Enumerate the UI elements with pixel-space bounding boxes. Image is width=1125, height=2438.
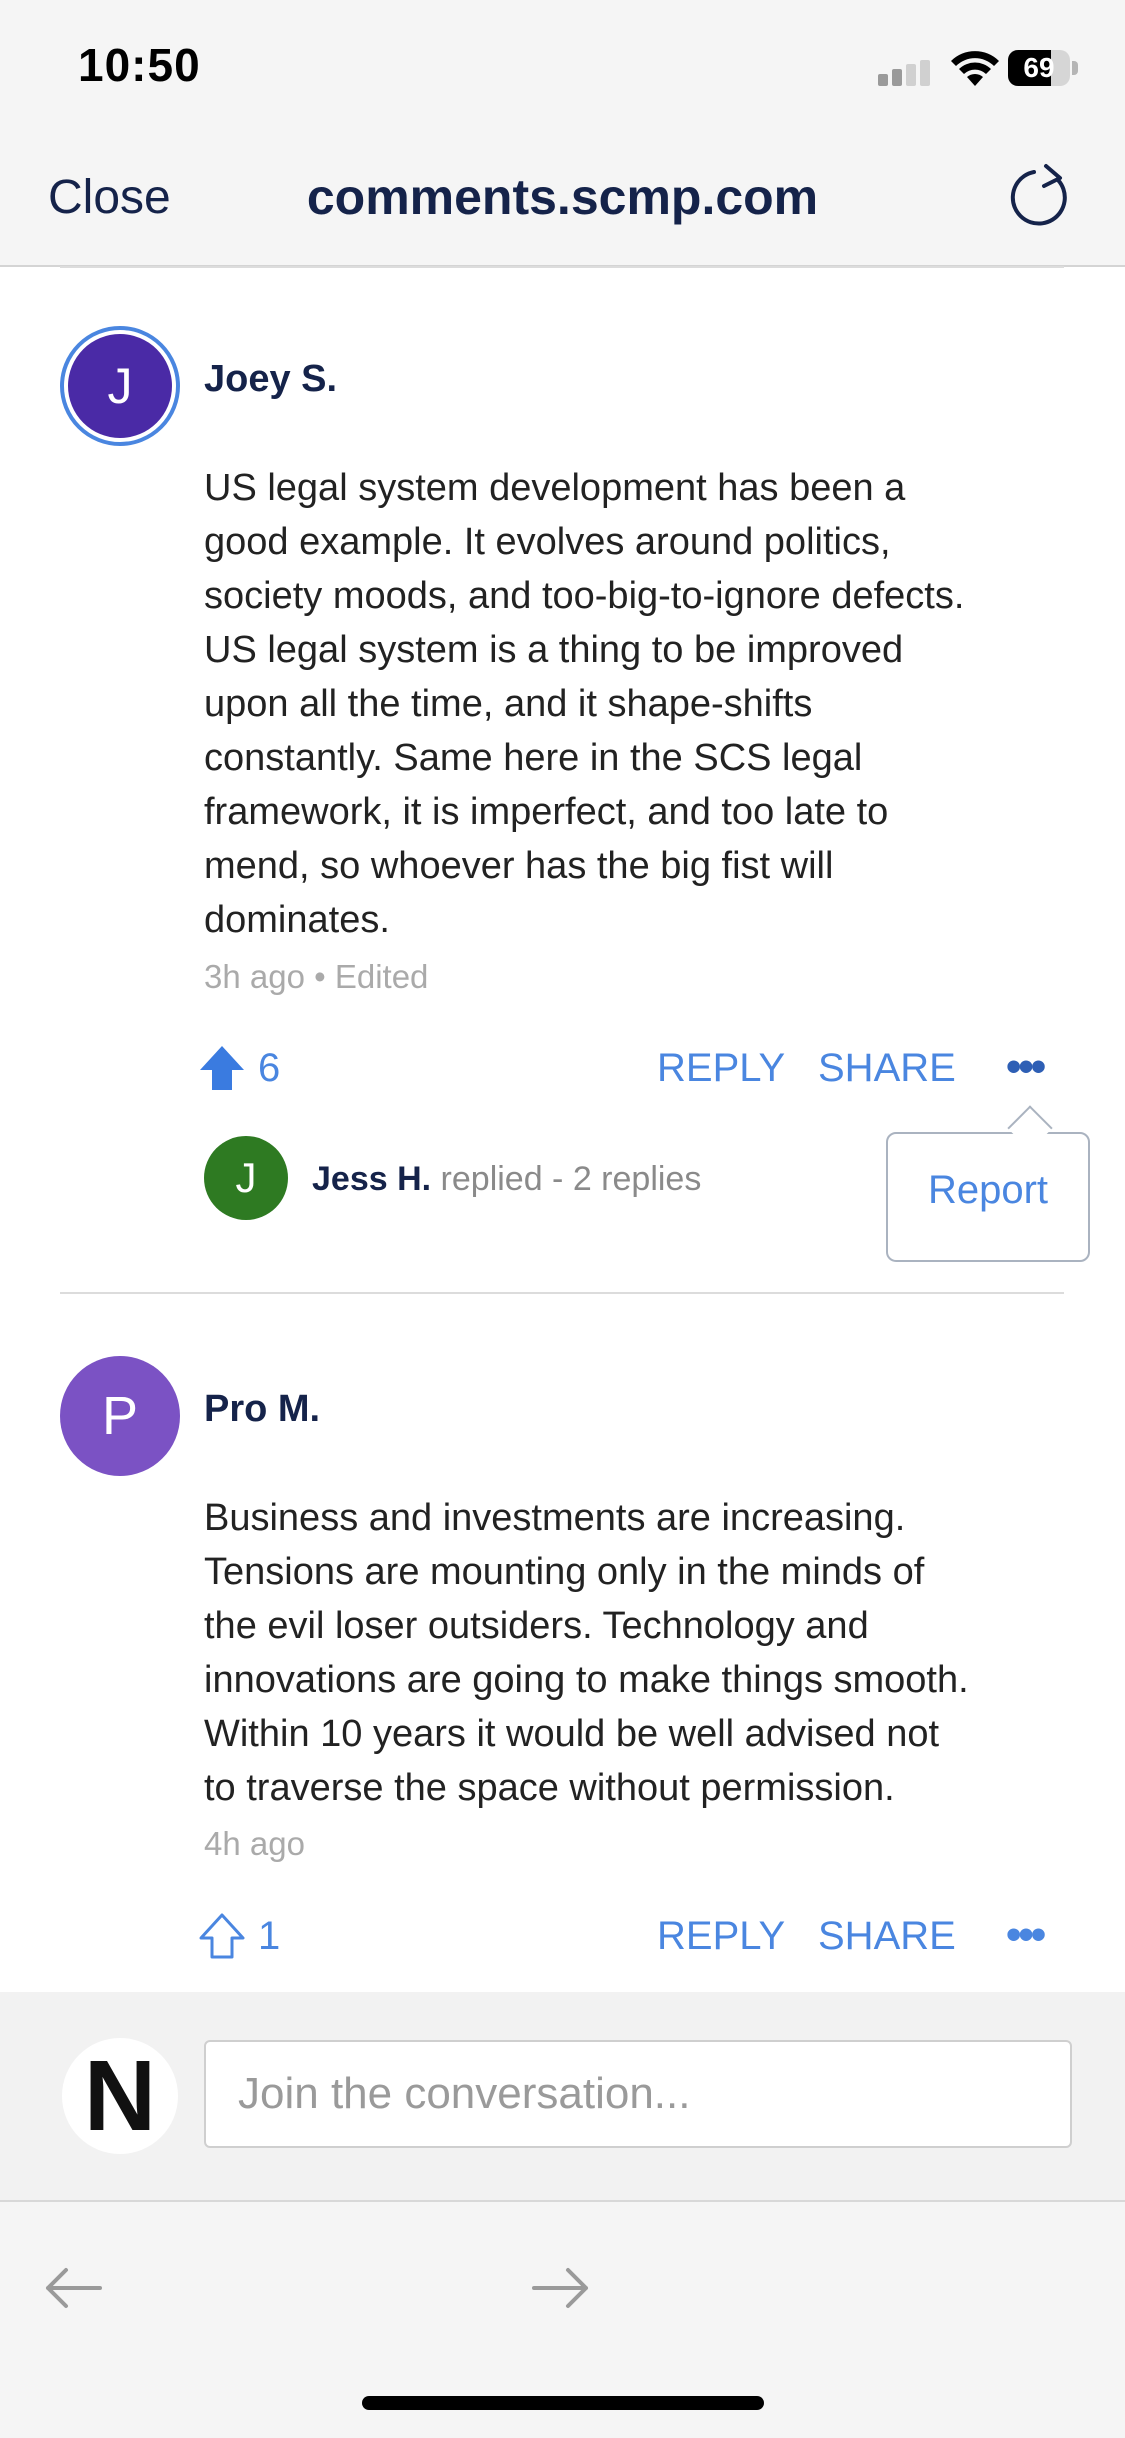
avatar-ring: J bbox=[60, 326, 180, 446]
battery-level: 69 bbox=[1023, 52, 1055, 83]
more-options-icon[interactable]: ••• bbox=[1006, 1910, 1046, 1960]
forward-arrow-icon[interactable] bbox=[532, 2266, 590, 2310]
comment-menu-popover: Report bbox=[886, 1132, 1090, 1262]
more-options-icon[interactable]: ••• bbox=[1006, 1042, 1046, 1092]
share-button[interactable]: SHARE bbox=[818, 1046, 956, 1091]
reply-author[interactable]: Jess H. bbox=[312, 1160, 431, 1198]
reload-icon[interactable] bbox=[1006, 162, 1076, 232]
replies-count[interactable]: replied - 2 replies bbox=[441, 1160, 702, 1198]
site-logo: N bbox=[62, 2038, 178, 2154]
wifi-icon bbox=[951, 51, 999, 86]
status-time: 10:50 bbox=[78, 39, 201, 91]
report-button[interactable]: Report bbox=[888, 1168, 1088, 1213]
upvote-outline-icon[interactable] bbox=[198, 1912, 246, 1960]
comment-divider bbox=[60, 1292, 1064, 1294]
close-button[interactable]: Close bbox=[48, 170, 171, 225]
comment-author[interactable]: Pro M. bbox=[204, 1388, 320, 1431]
comment-composer: N bbox=[0, 1992, 1125, 2200]
share-button[interactable]: SHARE bbox=[818, 1914, 956, 1959]
comment-timestamp: 3h ago • Edited bbox=[204, 958, 429, 995]
comment-timestamp: 4h ago bbox=[204, 1825, 305, 1862]
reply-avatar[interactable]: J bbox=[204, 1136, 288, 1220]
battery-icon: 69 bbox=[1008, 50, 1080, 86]
upvote-filled-icon[interactable] bbox=[198, 1044, 246, 1092]
home-indicator[interactable] bbox=[362, 2396, 764, 2410]
back-arrow-icon[interactable] bbox=[44, 2266, 102, 2310]
avatar[interactable]: P bbox=[60, 1356, 180, 1476]
comment-input[interactable] bbox=[204, 2040, 1072, 2148]
cellular-signal-icon bbox=[878, 60, 930, 86]
upvote-count: 1 bbox=[258, 1914, 281, 1958]
upvote-count: 6 bbox=[258, 1046, 281, 1090]
avatar[interactable]: J bbox=[68, 334, 172, 438]
comment-author[interactable]: Joey S. bbox=[204, 358, 337, 401]
reply-button[interactable]: REPLY bbox=[657, 1046, 785, 1091]
comment-body: Business and investments are increasing.… bbox=[204, 1497, 969, 1809]
comment-body: US legal system development has been a g… bbox=[204, 467, 965, 941]
reply-button[interactable]: REPLY bbox=[657, 1914, 785, 1959]
replies-summary[interactable]: Jess H. replied - 2 replies bbox=[312, 1160, 701, 1199]
status-bar: 10:50 69 bbox=[0, 0, 1125, 140]
logo-letter: N bbox=[83, 2040, 157, 2152]
browser-nav-bar: comments.scmp.com Close bbox=[0, 140, 1125, 267]
top-divider bbox=[60, 266, 1064, 268]
